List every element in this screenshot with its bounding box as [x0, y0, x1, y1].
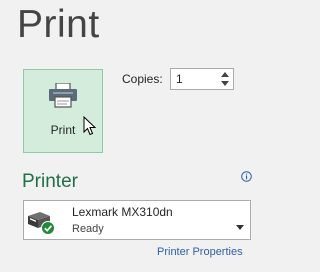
printer-status: Ready	[72, 223, 104, 235]
copies-input[interactable]	[171, 69, 224, 89]
page-title: Print	[17, 3, 100, 46]
copies-stepper[interactable]	[170, 68, 234, 90]
copies-label: Copies:	[122, 72, 163, 86]
printer-properties-link[interactable]: Printer Properties	[157, 246, 243, 258]
mouse-cursor-icon	[83, 115, 97, 141]
printer-select-dropdown[interactable]: Lexmark MX310dn Ready	[23, 200, 251, 240]
printer-name: Lexmark MX310dn	[72, 205, 173, 219]
printer-icon	[48, 82, 78, 114]
chevron-up-icon[interactable]	[219, 70, 231, 79]
network-printer-ready-icon	[26, 210, 58, 241]
chevron-down-icon[interactable]	[236, 217, 244, 235]
chevron-down-icon[interactable]	[219, 79, 231, 88]
printer-section-title: Printer	[22, 171, 78, 192]
info-icon[interactable]	[241, 169, 252, 187]
